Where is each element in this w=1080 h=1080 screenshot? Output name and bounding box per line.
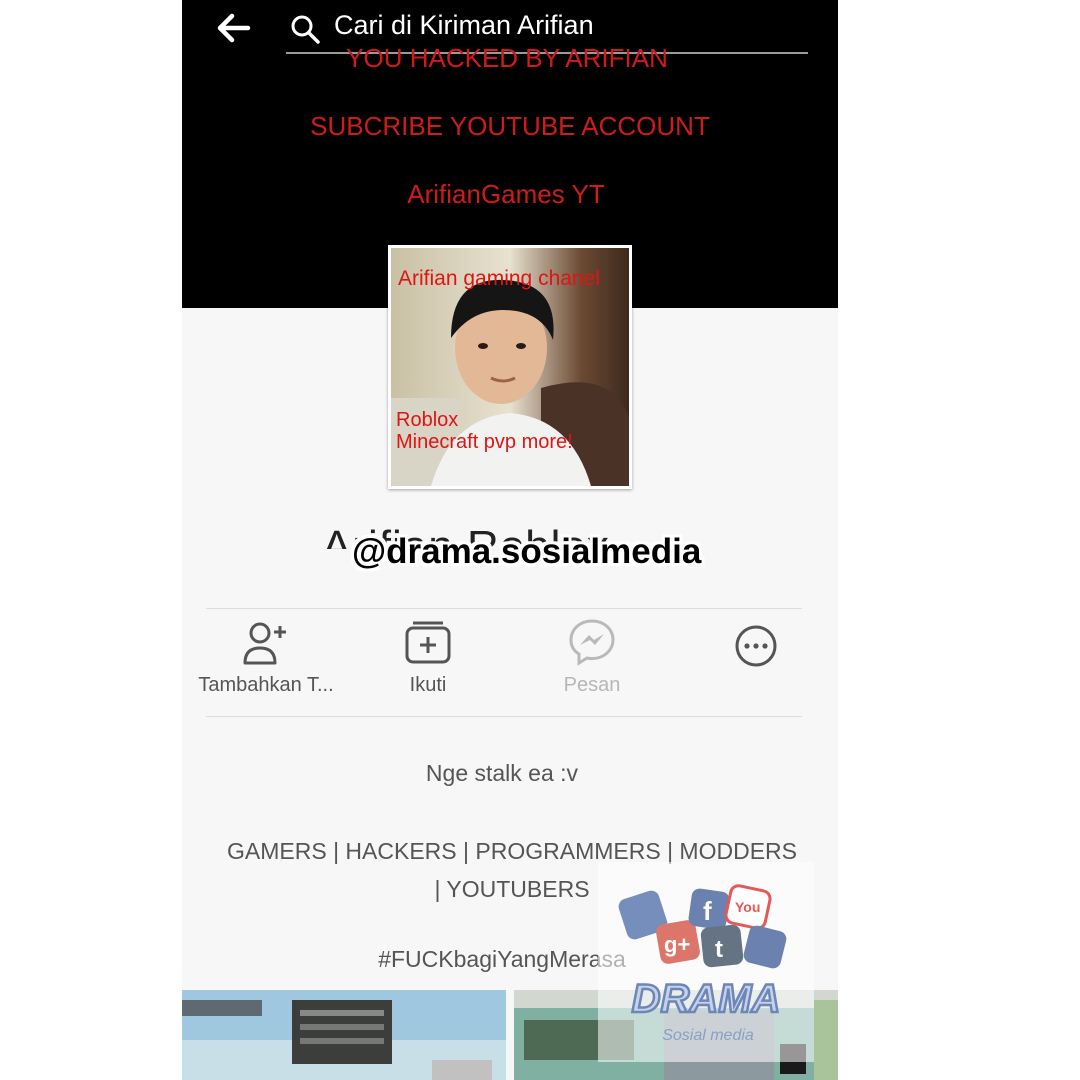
svg-text:t: t: [715, 936, 723, 963]
add-friend-icon: [243, 622, 286, 665]
messenger-icon: [569, 619, 615, 666]
cover-text-line-2: SUBCRIBE YOUTUBE ACCOUNT: [310, 111, 710, 141]
message-label: Pesan: [563, 674, 621, 696]
caption-line-roblox: Roblox: [396, 409, 459, 431]
message-button[interactable]: Pesan: [512, 618, 672, 708]
search-input[interactable]: Cari di Kiriman Arifian: [334, 10, 594, 41]
logo-badge-text: You: [735, 899, 760, 915]
search-icon[interactable]: [290, 14, 320, 44]
action-divider-top: [206, 608, 802, 609]
more-icon: [735, 625, 777, 667]
arrow-left-icon[interactable]: [216, 12, 252, 44]
bio-intro: Nge stalk ea :v: [425, 760, 579, 786]
drama-sosialmedia-logo: g+ f t You DRAMA Sosial media: [598, 862, 814, 1062]
follow-label: Ikuti: [409, 674, 447, 696]
cover-text-line-3: ArifianGames YT: [407, 179, 605, 209]
caption-line-minecraft: Minecraft pvp more!: [396, 431, 573, 453]
follow-icon: [405, 621, 451, 664]
cover-text-line-1: YOU HACKED BY ARIFIAN: [346, 43, 668, 73]
svg-text:f: f: [703, 896, 712, 926]
more-options-button[interactable]: [676, 624, 836, 714]
follow-button[interactable]: Ikuti: [348, 618, 508, 708]
add-friend-label: Tambahkan T...: [198, 674, 334, 696]
add-friend-button[interactable]: Tambahkan T...: [186, 618, 346, 708]
watermark-handle: @drama.sosialmedia: [352, 532, 702, 571]
logo-subtitle: Sosial media: [662, 1027, 754, 1044]
action-divider-bottom: [206, 716, 802, 717]
logo-title: DRAMA: [632, 977, 781, 1021]
profile-picture[interactable]: Arifian gaming chanel Roblox Minecraft p…: [388, 245, 632, 489]
svg-text:g+: g+: [664, 932, 690, 957]
profile-picture-caption-bottom: Roblox Minecraft pvp more!: [396, 409, 573, 453]
profile-picture-caption-top: Arifian gaming chanel: [398, 267, 600, 290]
photo-thumbnail[interactable]: [182, 990, 506, 1080]
